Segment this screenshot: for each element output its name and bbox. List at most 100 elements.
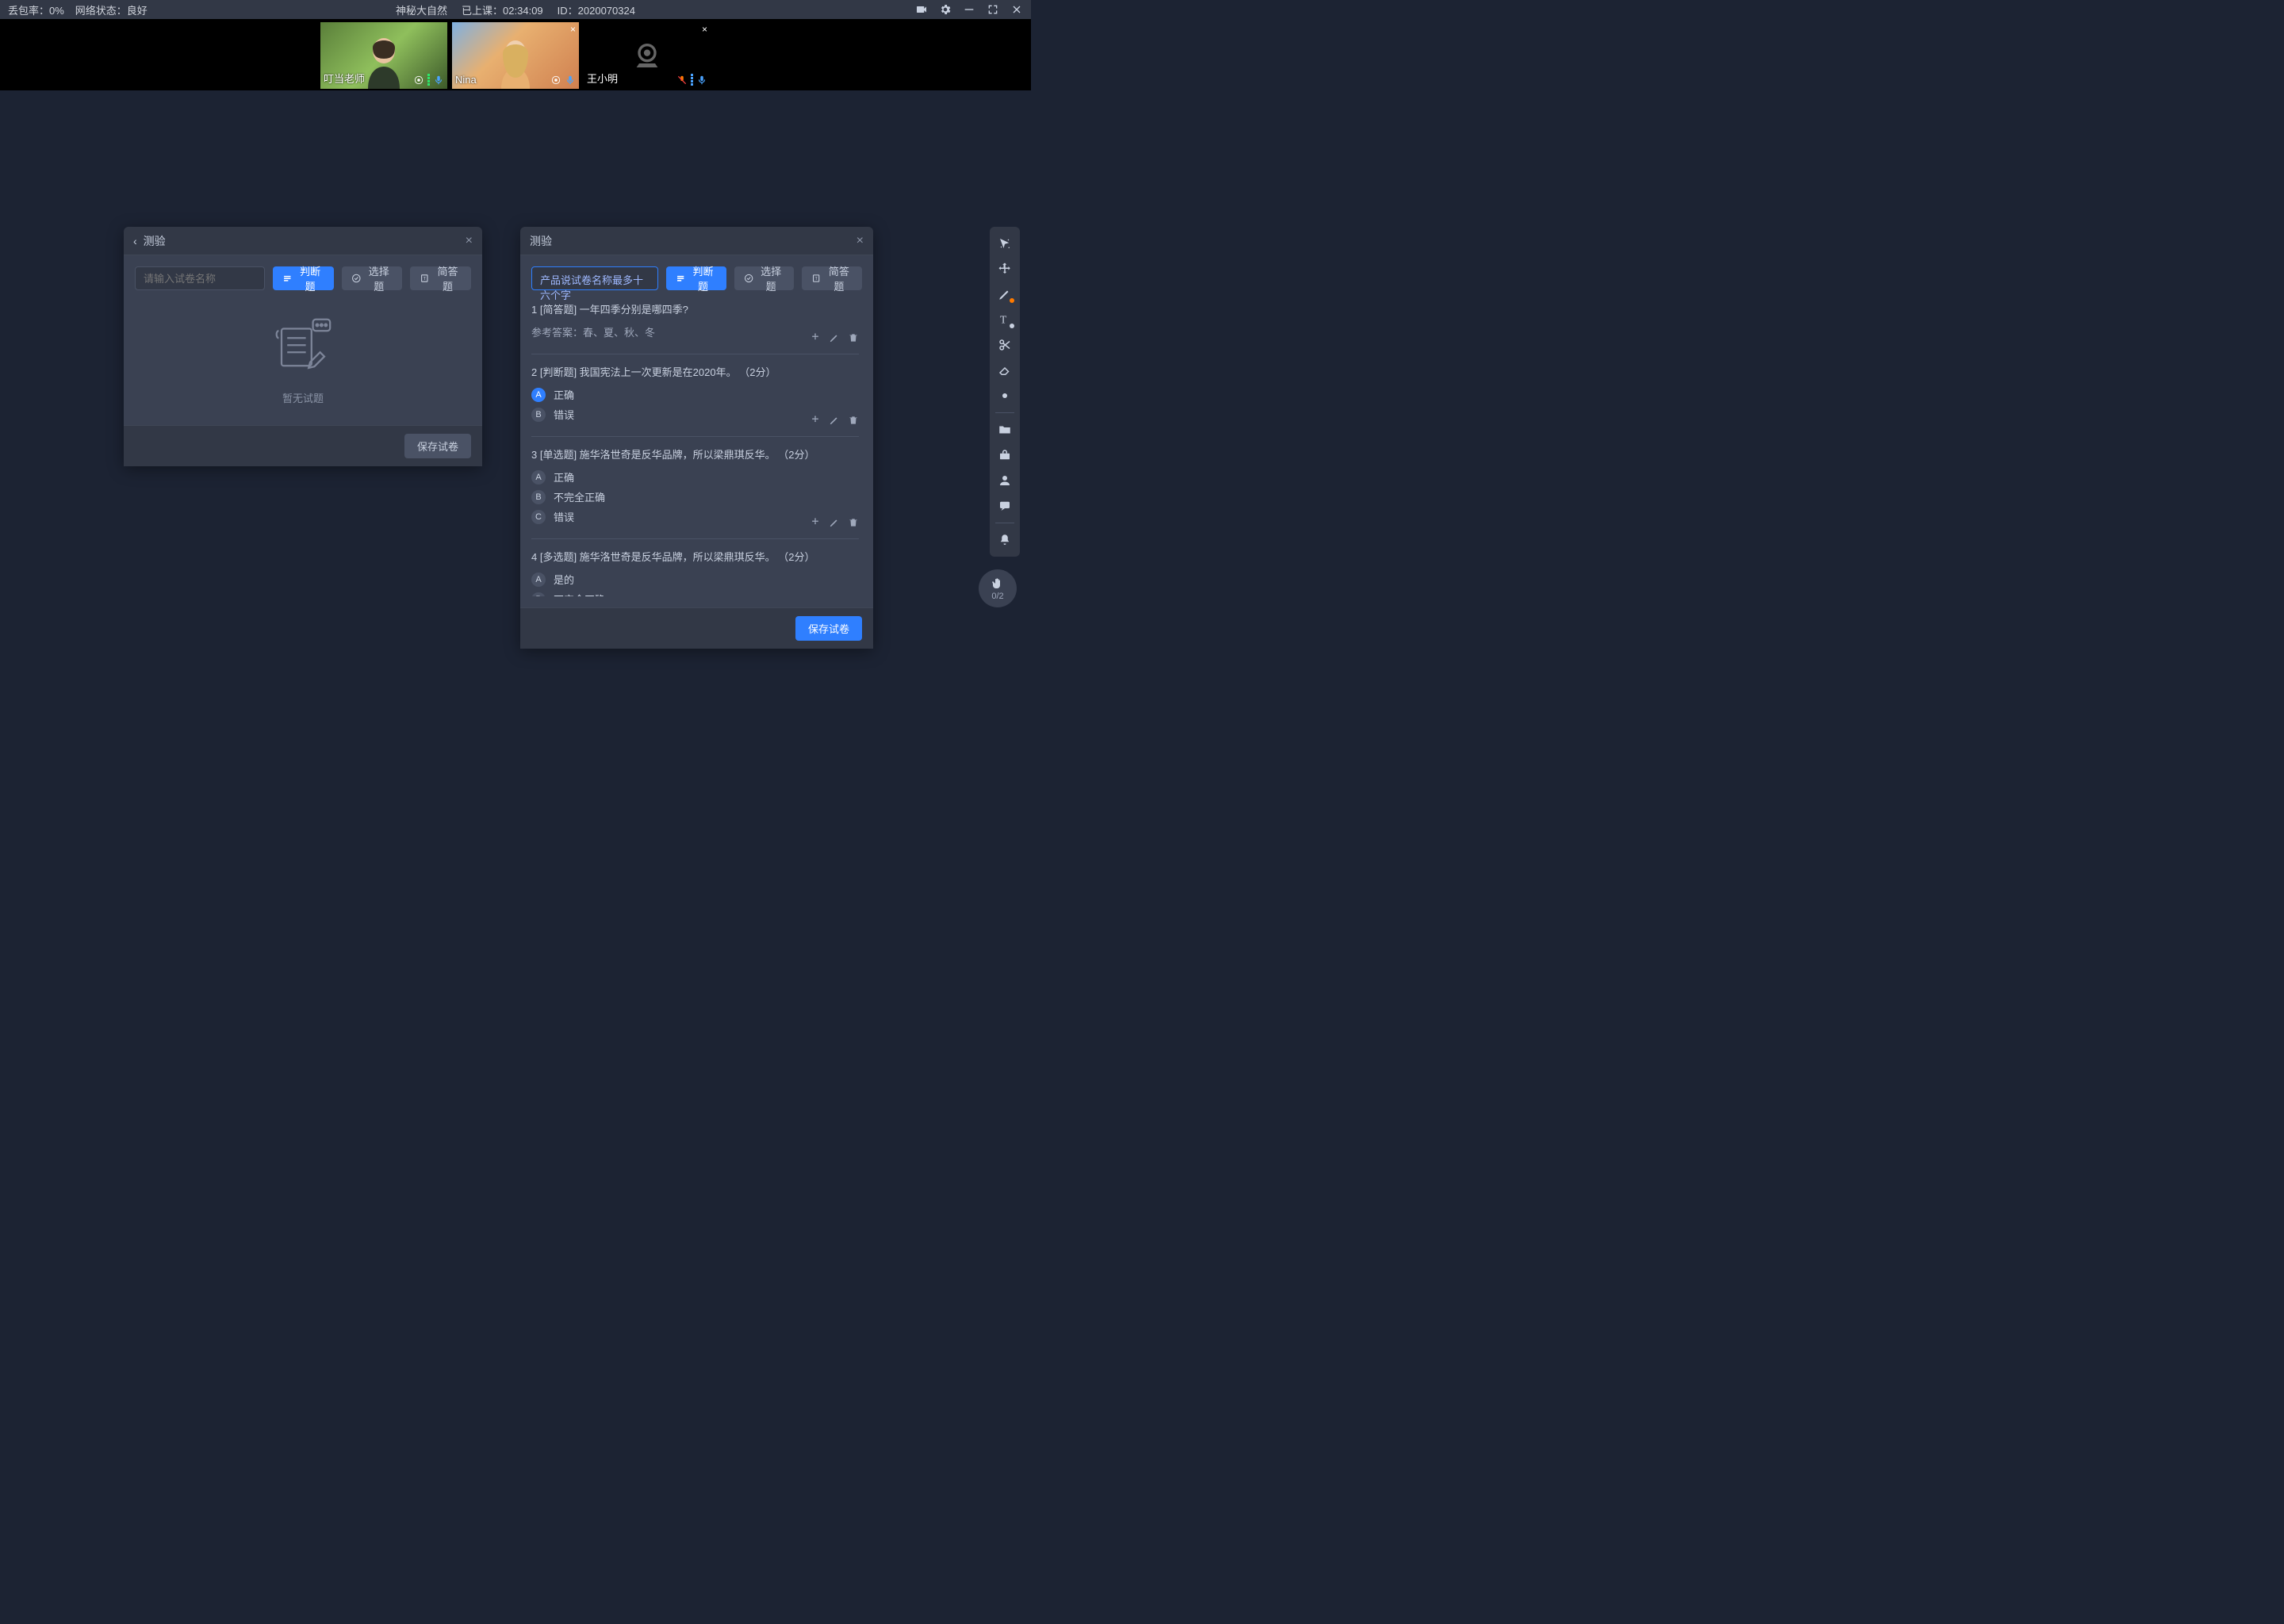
option-letter: A	[531, 388, 546, 402]
close-icon[interactable]	[1010, 3, 1023, 16]
tool-folder[interactable]	[993, 418, 1017, 442]
option-text: 是的	[554, 572, 574, 587]
packet-loss: 丢包率：0%	[8, 2, 64, 17]
mic-icon	[565, 75, 576, 86]
tab-short[interactable]: T 简答题	[802, 266, 862, 290]
question-actions	[810, 517, 859, 530]
fullscreen-icon[interactable]	[987, 3, 999, 16]
edit-icon[interactable]	[829, 415, 840, 428]
video-tile-teacher[interactable]: 叮当老师	[320, 22, 447, 89]
svg-text:T: T	[1000, 314, 1007, 326]
question-actions	[810, 332, 859, 346]
option-row[interactable]: B 不完全正确	[531, 592, 859, 596]
move-icon[interactable]	[810, 517, 821, 530]
camera-toggle-icon[interactable]	[915, 3, 928, 16]
save-quiz-button[interactable]: 保存试卷	[795, 616, 862, 641]
delete-icon[interactable]	[848, 517, 859, 530]
tile-close-icon[interactable]: ×	[702, 24, 707, 35]
rec-icon	[413, 75, 424, 86]
question-block: 1 [简答题] 一年四季分别是哪四季?参考答案：春、夏、秋、冬	[531, 301, 859, 354]
svg-text:T: T	[423, 277, 427, 282]
tab-short[interactable]: T 简答题	[410, 266, 471, 290]
question-block: 3 [单选题] 施华洛世奇是反华品牌，所以梁鼎琪反华。 （2分） A正确 B 不完全正…	[531, 446, 859, 539]
tab-choice[interactable]: 选择题	[342, 266, 403, 290]
quiz-name-field[interactable]: 产品说试卷名称最多十六个字	[531, 266, 658, 290]
mic-icon	[696, 75, 707, 86]
option-text: 错误	[554, 407, 574, 422]
panel-close-icon[interactable]: ×	[466, 234, 473, 248]
question-block: 4 [多选题] 施华洛世奇是反华品牌，所以梁鼎琪反华。 （2分） A 是的 B 不完全正…	[531, 549, 859, 596]
option-row[interactable]: A 正确	[531, 387, 859, 402]
delete-icon[interactable]	[848, 332, 859, 346]
tile-close-icon[interactable]: ×	[570, 24, 576, 35]
option-letter: B	[531, 592, 546, 597]
tool-bell[interactable]	[993, 528, 1017, 552]
question-list[interactable]: 1 [简答题] 一年四季分别是哪四季?参考答案：春、夏、秋、冬 2 [判断题] 我…	[531, 301, 862, 596]
tool-scissors[interactable]	[993, 333, 1017, 357]
elapsed-time: 已上课：02:34:09	[462, 2, 543, 17]
question-title: 1 [简答题] 一年四季分别是哪四季?	[531, 301, 859, 316]
option-row[interactable]: A正确	[531, 469, 859, 485]
move-icon[interactable]	[810, 415, 821, 428]
rec-icon	[550, 75, 561, 86]
question-title: 2 [判断题] 我国宪法上一次更新是在2020年。 （2分）	[531, 364, 859, 379]
tab-label: 判断题	[297, 263, 324, 293]
option-letter: B	[531, 490, 546, 504]
option-row[interactable]: B 不完全正确	[531, 489, 859, 504]
quiz-panel-full: 测验 × 产品说试卷名称最多十六个字 判断题 选择题 T 简答题 1 [简答题]…	[520, 227, 873, 649]
session-id: ID：2020070324	[558, 2, 635, 17]
question-title: 4 [多选题] 施华洛世奇是反华品牌，所以梁鼎琪反华。 （2分）	[531, 549, 859, 564]
tool-pointer[interactable]	[993, 232, 1017, 255]
option-text: 不完全正确	[554, 592, 605, 596]
option-row[interactable]: A 是的	[531, 572, 859, 587]
minimize-icon[interactable]	[963, 3, 975, 16]
tool-user[interactable]	[993, 469, 1017, 492]
tab-judge[interactable]: 判断题	[273, 266, 334, 290]
empty-state: 暂无试题	[135, 301, 471, 414]
panel-title: 测验	[530, 233, 552, 249]
tool-brightness[interactable]	[993, 384, 1017, 408]
panel-title: 测验	[144, 233, 166, 249]
back-icon[interactable]: ‹	[133, 235, 137, 247]
question-block: 2 [判断题] 我国宪法上一次更新是在2020年。 （2分） A 正确 B 错误	[531, 364, 859, 437]
raise-hand-button[interactable]: 0/2	[979, 569, 1017, 607]
video-tile-nina[interactable]: × Nina	[452, 22, 579, 89]
tab-label: 选择题	[365, 263, 393, 293]
tab-label: 简答题	[434, 263, 462, 293]
tab-judge[interactable]: 判断题	[666, 266, 726, 290]
tool-text[interactable]: T	[993, 308, 1017, 331]
video-tile-wang[interactable]: × 王小明	[584, 22, 711, 89]
delete-icon[interactable]	[848, 415, 859, 428]
tool-toolbox[interactable]	[993, 443, 1017, 467]
option-letter: A	[531, 573, 546, 587]
option-letter: B	[531, 408, 546, 422]
tab-label: 选择题	[757, 263, 784, 293]
edit-icon[interactable]	[829, 332, 840, 346]
option-letter: C	[531, 510, 546, 524]
tab-choice[interactable]: 选择题	[734, 266, 795, 290]
camera-off-icon	[631, 40, 663, 71]
tab-label: 判断题	[689, 263, 716, 293]
empty-label: 暂无试题	[282, 390, 324, 405]
video-indicators	[413, 74, 444, 86]
panel-close-icon[interactable]: ×	[856, 234, 864, 248]
save-quiz-button[interactable]: 保存试卷	[404, 434, 471, 458]
quiz-panel-empty: ‹ 测验 × 判断题 选择题 T 简答题	[124, 227, 482, 466]
question-title: 3 [单选题] 施华洛世奇是反华品牌，所以梁鼎琪反华。 （2分）	[531, 446, 859, 462]
tool-move[interactable]	[993, 257, 1017, 281]
option-letter: A	[531, 470, 546, 485]
top-bar: 丢包率：0% 网络状态：良好 神秘大自然 已上课：02:34:09 ID：202…	[0, 0, 1031, 19]
quiz-name-input[interactable]	[135, 266, 265, 290]
option-text: 不完全正确	[554, 489, 605, 504]
mic-icon	[433, 75, 444, 86]
option-text: 正确	[554, 387, 574, 402]
video-indicators	[676, 74, 707, 86]
move-icon[interactable]	[810, 332, 821, 346]
tool-chat[interactable]	[993, 494, 1017, 518]
edit-icon[interactable]	[829, 517, 840, 530]
settings-icon[interactable]	[939, 3, 952, 16]
tab-label: 简答题	[826, 263, 853, 293]
tool-pen[interactable]	[993, 282, 1017, 306]
side-toolbar: T	[990, 227, 1020, 557]
tool-eraser[interactable]	[993, 358, 1017, 382]
